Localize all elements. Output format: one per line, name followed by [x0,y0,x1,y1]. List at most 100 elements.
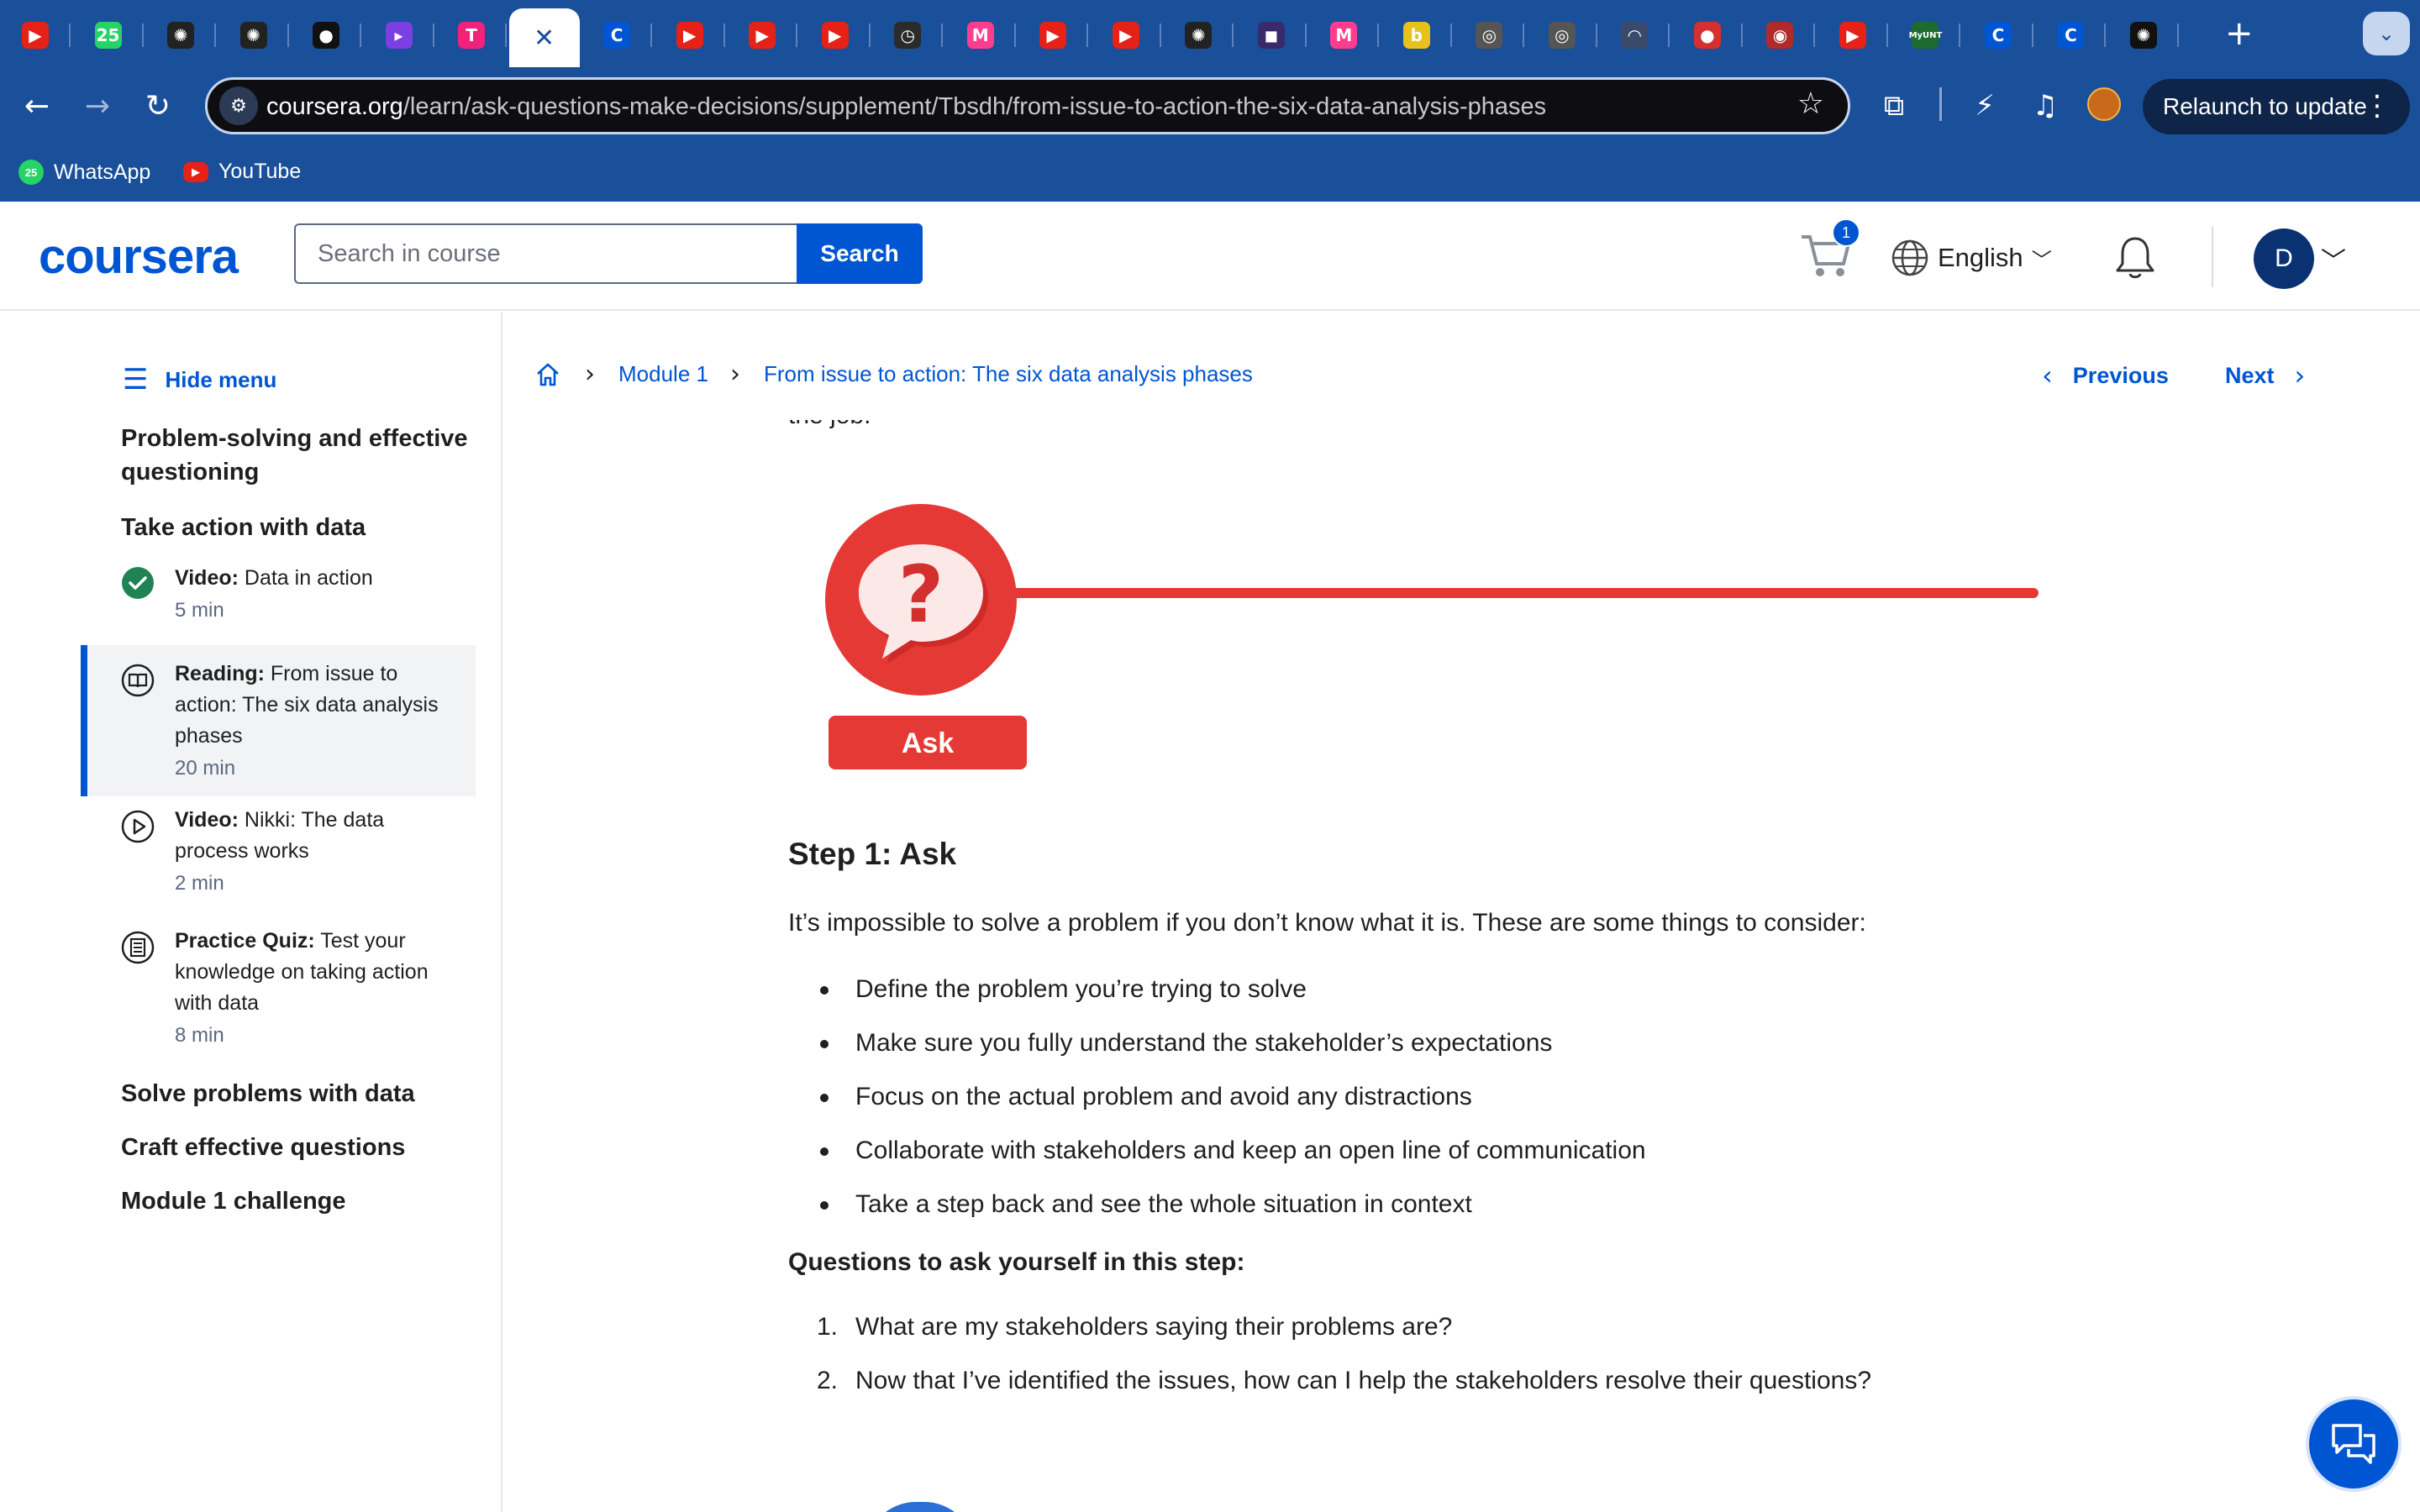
outline-item-practice-quiz[interactable]: Practice Quiz: Test your knowledge on ta… [81,926,476,1060]
close-icon[interactable]: ✕ [534,24,555,53]
profile-avatar[interactable] [2087,87,2121,121]
browser-tab[interactable]: ● [1682,12,1743,59]
browser-tab[interactable]: ● [301,12,362,59]
browser-tab[interactable]: ▶ [10,12,71,59]
item-duration: 8 min [175,1024,224,1047]
outline-item-reading-six-phases[interactable]: Reading: From issue to action: The six d… [81,645,476,796]
browser-tab[interactable]: ▶ [665,12,725,59]
browser-tab[interactable]: ▸ [374,12,434,59]
browser-tab[interactable]: C [592,12,653,59]
tab-separator [2031,24,2033,47]
browser-tab[interactable]: ▶ [1028,12,1089,59]
reload-button[interactable]: ↻ [136,84,180,128]
tab-separator [1959,24,1961,47]
list-number: 1. [817,1313,839,1341]
youtube-icon: ▶ [1039,22,1067,49]
browser-tab[interactable]: ◷ [882,12,944,59]
forward-button[interactable]: → [76,84,119,128]
browser-tab[interactable]: ✺ [1173,12,1234,59]
back-button[interactable]: ← [15,84,59,128]
home-icon[interactable] [534,361,561,388]
browser-tab[interactable]: ◠ [1609,12,1670,59]
tab-separator [1159,24,1161,47]
chevron-down-icon[interactable]: ﹀ [2321,240,2346,277]
browser-tab[interactable]: ◎ [1537,12,1597,59]
browser-tab[interactable]: M [1318,12,1380,59]
coursera-icon: C [603,22,631,49]
tab-separator [2104,24,2107,47]
browser-tab[interactable]: ▶ [1101,12,1161,59]
whatsapp-icon: 25 [94,22,122,49]
notifications-bell-icon[interactable] [2111,234,2160,282]
list-item: 1. What are my stakeholders saying their … [788,1300,1871,1354]
browser-tab[interactable]: ◉ [1754,12,1816,59]
hide-menu-button[interactable]: ☰ Hide menu [123,363,276,396]
tab-separator [1304,24,1307,47]
item-type: Practice Quiz: [175,929,315,953]
bookmark-star-icon[interactable]: ☆ [1797,87,1824,121]
outline-item-video-nikki[interactable]: Video: Nikki: The data process works 2 m… [81,805,476,914]
item-duration: 2 min [175,872,224,895]
myunt-icon: MyUNT [1909,22,1942,49]
timer-icon: ◷ [894,22,922,49]
toolbar-divider [1939,87,1942,121]
bookmark-youtube[interactable]: ▶ YouTube [183,160,301,184]
relaunch-button[interactable]: Relaunch to update ⋮ [2143,79,2410,134]
youtube-icon: ▶ [1839,22,1866,49]
previous-button[interactable]: ‹ Previous [2042,360,2169,391]
tab-separator [796,24,798,47]
course-search-input[interactable] [294,223,798,284]
item-duration: 20 min [175,757,236,780]
site-info-icon[interactable]: ⚙ [219,87,258,125]
tab-active[interactable]: ✕ [508,8,580,67]
browser-tab-strip: ▶ 25 ✺ ✺ ● ▸ T ✕ C ▶ ▶ ▶ ◷ M ▶ ▶ ✺ ◼ Mb ◎ ◎ ◠ ● ◉ ▶ MyUNT C C ✺ [0,0,2420,67]
chat-support-button[interactable] [2306,1396,2402,1492]
tab-separator [1886,24,1888,47]
arrow-right-icon: → [84,88,111,123]
browser-tab[interactable]: C [2045,12,2107,59]
section-module-challenge[interactable]: Module 1 challenge [121,1184,474,1218]
address-url[interactable]: coursera.org/learn/ask-questions-make-de… [266,93,1546,121]
browser-tab[interactable]: ✺ [2118,12,2179,59]
language-selector[interactable]: English ﹀ [1891,239,2052,277]
browser-tab[interactable]: ✺ [229,12,289,59]
new-tab-button[interactable]: + [2225,15,2254,52]
browser-tab[interactable]: ◼ [1246,12,1307,59]
browser-tab[interactable]: MyUNT [1900,12,1961,59]
performance-icon[interactable]: ⚡ [1963,84,2007,128]
tab-separator [941,24,944,47]
section-take-action[interactable]: Take action with data [121,511,474,544]
tab-separator [141,24,144,47]
browser-tab[interactable]: C [1973,12,2033,59]
browser-tab[interactable]: 25 [83,12,144,59]
user-avatar[interactable]: D [2254,228,2314,289]
browser-tab[interactable]: T [446,12,508,59]
browser-tab[interactable]: ✺ [155,12,217,59]
more-menu-icon[interactable]: ⋮ [2363,89,2391,123]
browser-tab[interactable]: ▶ [1828,12,1888,59]
browser-tab[interactable]: b [1392,12,1452,59]
search-button[interactable]: Search [797,223,923,284]
address-bar[interactable]: ⚙ coursera.org/learn/ask-questions-make-… [205,77,1850,134]
ball-icon: ● [1693,22,1721,49]
coursera-logo[interactable]: coursera [39,228,239,285]
media-control-icon[interactable]: ♫ [2023,84,2067,128]
section-solve-problems[interactable]: Solve problems with data [121,1077,474,1110]
bookmark-whatsapp[interactable]: 25 WhatsApp [18,160,150,185]
url-host: coursera.org [266,93,403,120]
browser-tab[interactable]: ◎ [1464,12,1525,59]
next-button[interactable]: Next › [2225,360,2305,391]
browser-tab[interactable]: M [955,12,1016,59]
browser-tab[interactable]: ▶ [737,12,798,59]
breadcrumb-module[interactable]: Module 1 [618,361,708,387]
extensions-icon[interactable]: ⧉ [1872,84,1916,128]
breadcrumb-current-page[interactable]: From issue to action: The six data analy… [764,361,1253,387]
tab-search-button[interactable]: ⌄ [2363,12,2410,55]
outline-item-video-data-in-action[interactable]: Video: Data in action 5 min [81,563,476,647]
section-craft-questions[interactable]: Craft effective questions [121,1131,474,1164]
previous-label: Previous [2072,362,2169,388]
language-label: English [1938,243,2023,272]
youtube-icon: ▶ [676,22,703,49]
browser-tab[interactable]: ▶ [810,12,871,59]
section-problem-solving[interactable]: Problem-solving and effective questionin… [121,422,474,489]
